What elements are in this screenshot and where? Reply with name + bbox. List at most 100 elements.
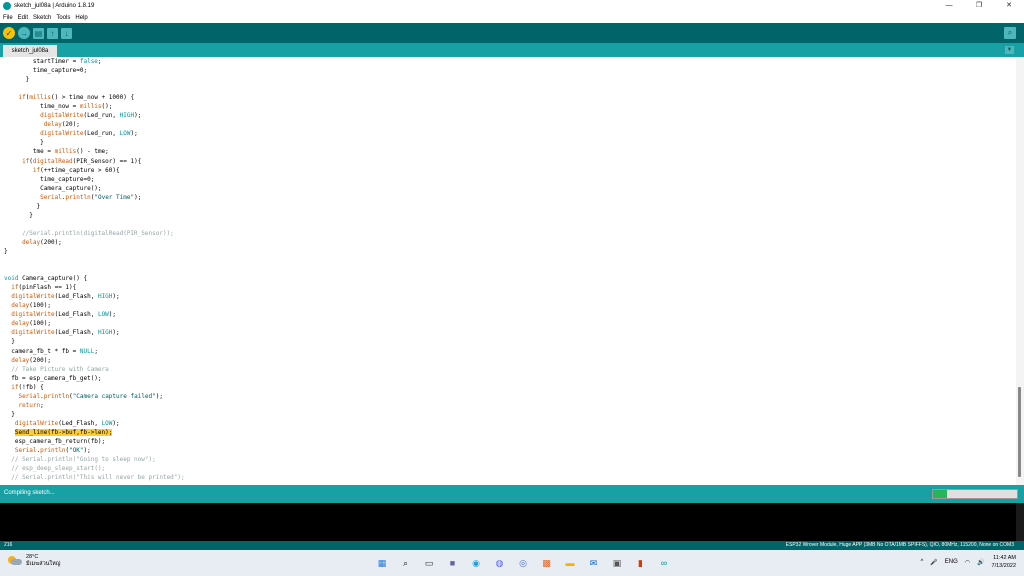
code-line[interactable]: }	[4, 138, 185, 147]
code-editor[interactable]: startTimer = false; time_capture=0; } if…	[0, 57, 1016, 485]
new-sketch-button[interactable]: ▤	[33, 27, 44, 39]
code-line[interactable]: Send_line(fb->buf,fb->len);	[4, 428, 185, 437]
code-line[interactable]: delay(100);	[4, 319, 185, 328]
windows-start-icon[interactable]: ▦	[374, 555, 390, 571]
app-icon[interactable]: ◎	[515, 555, 531, 571]
code-line[interactable]	[4, 84, 185, 93]
code-line[interactable]: Serial.println("Camera capture failed");	[4, 392, 185, 401]
menu-sketch[interactable]: Sketch	[33, 15, 51, 21]
code-line[interactable]: digitalWrite(Led_Flash, HIGH);	[4, 328, 185, 337]
code-line[interactable]: if(millis() > time_now + 1000) {	[4, 93, 185, 102]
upload-button[interactable]: →	[18, 27, 30, 39]
code-line[interactable]: digitalWrite(Led_run, HIGH);	[4, 111, 185, 120]
code-line[interactable]: Serial.println("OK");	[4, 446, 185, 455]
console-scrollbar[interactable]	[1016, 503, 1024, 541]
code-line[interactable]: delay(100);	[4, 301, 185, 310]
code-line[interactable]: time_capture=0;	[4, 66, 185, 75]
code-line[interactable]: }	[4, 75, 185, 84]
code-line[interactable]: // Take Picture with Camera	[4, 365, 185, 374]
code-line[interactable]: void Camera_capture() {	[4, 274, 185, 283]
edge-icon[interactable]: ◉	[468, 555, 484, 571]
code-line[interactable]: delay(20);	[4, 120, 185, 129]
tray-overflow-icon[interactable]: ^	[920, 559, 923, 565]
office-icon[interactable]: ▮	[633, 555, 649, 571]
volume-icon[interactable]: 🔊	[977, 559, 984, 566]
mail-icon[interactable]: ✉	[586, 555, 602, 571]
minimize-button[interactable]: —	[934, 0, 964, 12]
editor-scrollbar-thumb[interactable]	[1018, 387, 1021, 477]
code-line[interactable]: time_now = millis();	[4, 102, 185, 111]
code-token: (100);	[29, 320, 51, 328]
code-line[interactable]: // Serial.println("Going to sleep now");	[4, 455, 185, 464]
console-output[interactable]	[0, 503, 1024, 541]
paint-icon[interactable]: ▩	[539, 555, 555, 571]
code-line[interactable]: digitalWrite(Led_run, LOW);	[4, 129, 185, 138]
code-line[interactable]: // esp_deep_sleep_start();	[4, 464, 185, 473]
chat-icon[interactable]: ■	[445, 555, 461, 571]
language-indicator[interactable]: ENG	[945, 559, 958, 565]
verify-button[interactable]: ✓	[3, 27, 15, 39]
code-token: ();	[101, 103, 113, 111]
tab-sketch[interactable]: sketch_jul08a	[3, 45, 57, 57]
store-icon[interactable]: ▣	[609, 555, 625, 571]
menu-file[interactable]: File	[3, 15, 13, 21]
code-token: NULL	[79, 347, 95, 355]
search-icon[interactable]: ⌕	[398, 555, 414, 571]
code-line[interactable]: }	[4, 410, 185, 419]
save-sketch-button[interactable]: ↓	[61, 27, 72, 39]
code-line[interactable]: camera_fb_t * fb = NULL;	[4, 347, 185, 356]
weather-widget[interactable]: 28°C มีเมฆส่วนใหญ่	[8, 554, 60, 568]
code-token: // Take Picture with Camera	[11, 365, 109, 373]
tab-menu-button[interactable]: ▼	[1005, 46, 1014, 54]
open-sketch-button[interactable]: ↑	[47, 27, 58, 39]
code-line[interactable]: time_capture=0;	[4, 175, 185, 184]
code-line[interactable]	[4, 265, 185, 274]
code-line[interactable]: }	[4, 337, 185, 346]
menu-tools[interactable]: Tools	[56, 15, 70, 21]
maximize-button[interactable]: ❐	[964, 0, 994, 12]
discord-icon[interactable]: ◍	[492, 555, 508, 571]
clock[interactable]: 11:42 AM 7/13/2022	[992, 554, 1016, 570]
wifi-icon[interactable]: ◠	[965, 559, 970, 566]
code-line[interactable]: //Serial.println(digitalRead(PIR_Sensor)…	[4, 229, 185, 238]
code-line[interactable]	[4, 220, 185, 229]
serial-monitor-button[interactable]: ⌕	[1004, 27, 1016, 39]
code-line[interactable]: if(++time_capture > 60){	[4, 166, 185, 175]
menu-edit[interactable]: Edit	[18, 15, 28, 21]
code-line[interactable]: Serial.println("Over Time");	[4, 193, 185, 202]
code-line[interactable]: Camera_capture();	[4, 184, 185, 193]
editor-scrollbar[interactable]	[1016, 57, 1024, 485]
code-line[interactable]: digitalWrite(Led_Flash, LOW);	[4, 310, 185, 319]
close-button[interactable]: ✕	[994, 0, 1024, 12]
code-line[interactable]: }	[4, 211, 185, 220]
code-line[interactable]: fb = esp_camera_fb_get();	[4, 374, 185, 383]
code-line[interactable]: digitalWrite(Led_Flash, HIGH);	[4, 292, 185, 301]
code-line[interactable]: if(pinFlash == 1){	[4, 283, 185, 292]
code-line[interactable]: // Serial.println("This will never be pr…	[4, 473, 184, 482]
code-token: //Serial.println(digitalRead(PIR_Sensor)…	[22, 229, 174, 237]
code-line[interactable]: tme = millis() - tme;	[4, 147, 185, 156]
code-line[interactable]: startTimer = false;	[4, 57, 185, 66]
file-explorer-icon[interactable]: ▬	[562, 555, 578, 571]
code-line[interactable]: if(!fb) {	[4, 383, 185, 392]
code-line[interactable]: }	[4, 247, 185, 256]
code-token: }	[4, 211, 33, 219]
code-line[interactable]: delay(200);	[4, 356, 185, 365]
code-token: return	[18, 401, 41, 409]
code-line[interactable]: delay(200);	[4, 238, 185, 247]
code-token: camera_fb_t * fb =	[4, 347, 80, 355]
code-text[interactable]: startTimer = false; time_capture=0; } if…	[4, 57, 185, 482]
code-line[interactable]: }	[4, 202, 185, 211]
code-line[interactable]: if(digitalRead(PIR_Sensor) == 1){	[4, 157, 185, 166]
menu-help[interactable]: Help	[75, 15, 87, 21]
code-token: (Led_Flash,	[54, 329, 98, 337]
code-line[interactable]: digitalWrite(Led_Flash, LOW);	[4, 419, 185, 428]
task-view-icon[interactable]: ▭	[421, 555, 437, 571]
code-line[interactable]: esp_camera_fb_return(fb);	[4, 437, 185, 446]
code-line[interactable]	[4, 256, 185, 265]
mic-icon[interactable]: 🎤	[930, 559, 937, 566]
code-line[interactable]: return;	[4, 401, 185, 410]
arduino-icon[interactable]: ∞	[656, 555, 672, 571]
